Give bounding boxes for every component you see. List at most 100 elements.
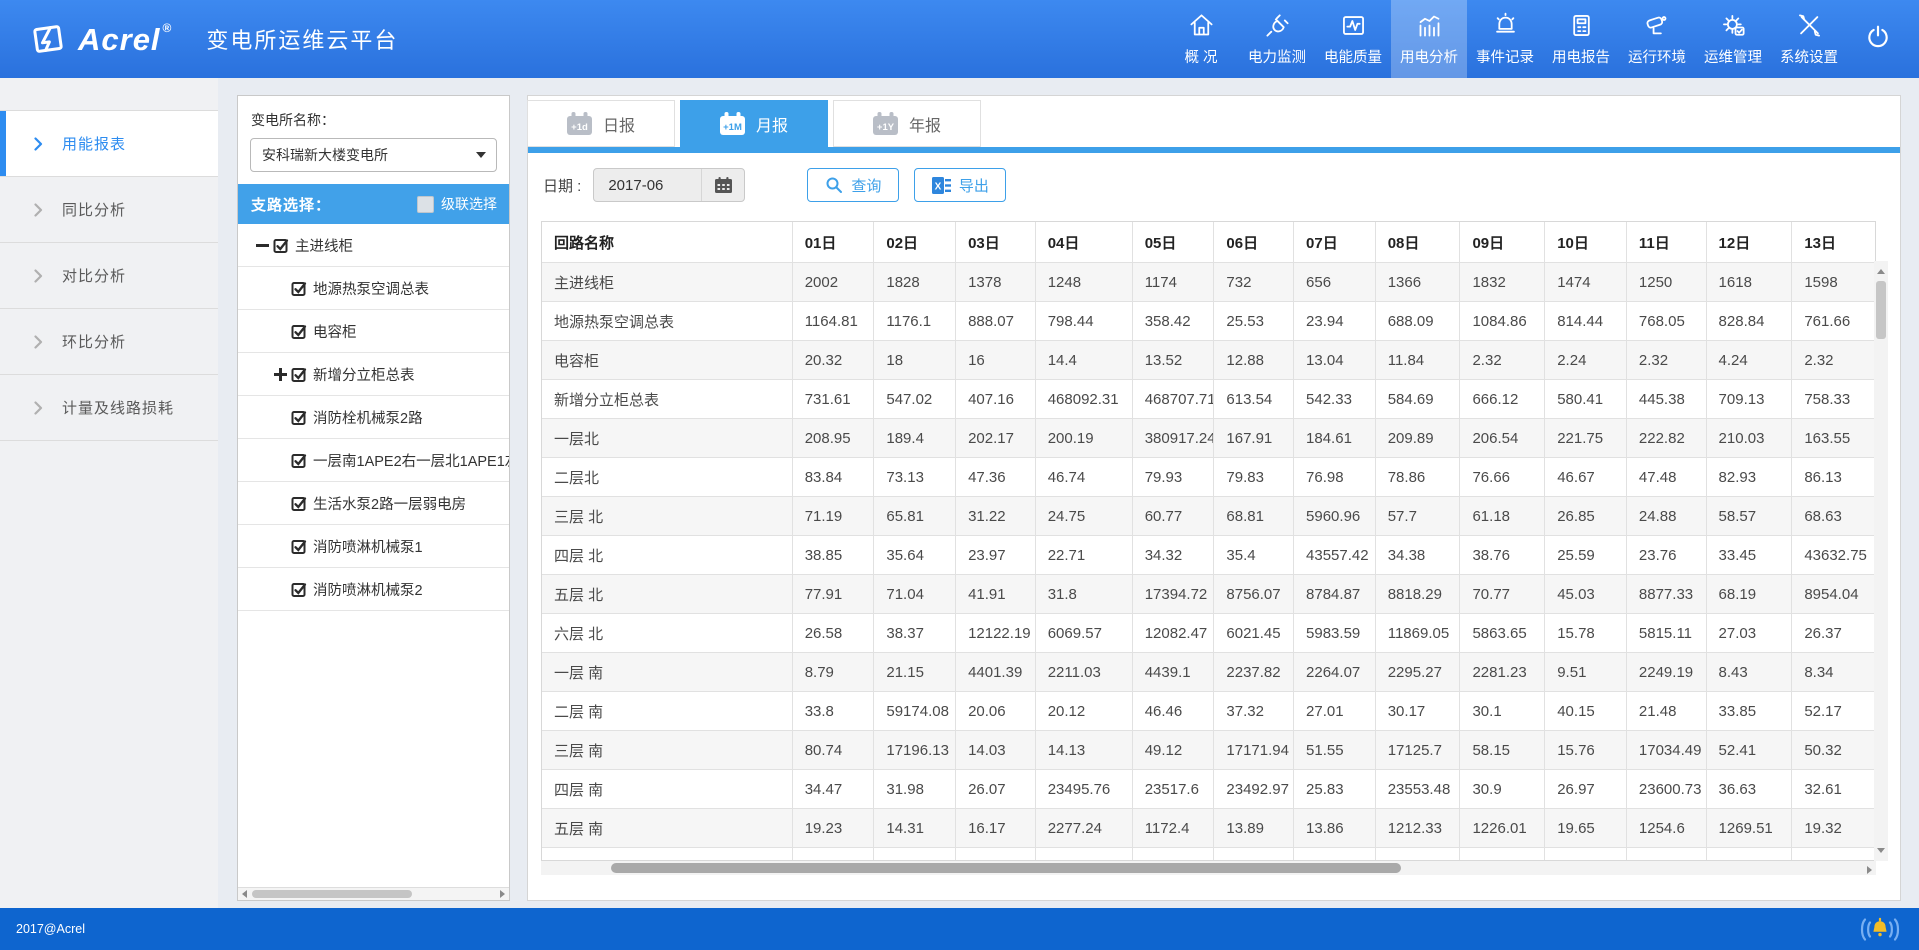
value-cell: 65.81 (874, 497, 956, 536)
checked-checkbox-icon[interactable] (291, 495, 308, 512)
checked-checkbox-icon[interactable] (291, 280, 308, 297)
value-cell: 26.58 (792, 614, 874, 653)
tree-node-4[interactable]: 消防栓机械泵2路 (238, 396, 509, 439)
tab-daily-report[interactable]: +1d 日报 (527, 100, 675, 147)
nav-item-7[interactable]: 运维管理 (1695, 0, 1771, 78)
tree-node-label: 新增分立柜总表 (313, 364, 415, 385)
value-cell: 2.32 (1460, 341, 1545, 380)
table-row-9: 六层 北26.5838.3712122.196069.5712082.47602… (542, 614, 1876, 653)
scroll-up-arrow[interactable] (1874, 263, 1888, 276)
circuit-name-cell: 二层北 (542, 458, 792, 497)
circuit-name-cell: 新增分立柜总表 (542, 380, 792, 419)
table-header-row: 回路名称01日02日03日04日05日06日07日08日09日10日11日12日… (542, 222, 1876, 263)
value-cell: 1172.4 (1132, 809, 1214, 848)
v-scrollbar-thumb[interactable] (1876, 281, 1886, 339)
value-cell: 210.03 (1706, 419, 1792, 458)
nav-item-1[interactable]: 电力监测 (1239, 0, 1315, 78)
svg-text:+1Y: +1Y (877, 122, 895, 133)
circuit-name-cell: 六层 南 (542, 848, 792, 862)
checked-checkbox-icon[interactable] (291, 452, 308, 469)
nav-item-4[interactable]: 事件记录 (1467, 0, 1543, 78)
table-horizontal-scrollbar[interactable] (541, 861, 1876, 875)
tree-node-8[interactable]: 消防喷淋机械泵2 (238, 568, 509, 611)
value-cell: 79.83 (1214, 458, 1294, 497)
h-scrollbar-thumb[interactable] (611, 863, 1401, 873)
value-cell: 11869.05 (1375, 614, 1460, 653)
nav-item-0[interactable]: 概 况 (1163, 0, 1239, 78)
value-cell: 8954.04 (1792, 575, 1876, 614)
scroll-down-arrow[interactable] (1874, 846, 1888, 859)
value-cell: 542.33 (1294, 380, 1376, 419)
nav-item-2[interactable]: 电能质量 (1315, 0, 1391, 78)
date-input[interactable]: 2017-06 (593, 168, 745, 202)
value-cell: 15.78 (1545, 614, 1627, 653)
calendar-icon[interactable] (701, 169, 744, 201)
value-cell: 15.76 (1545, 731, 1627, 770)
branch-select-bar: 支路选择： 级联选择 (238, 184, 509, 224)
nav-item-label: 电能质量 (1324, 46, 1382, 67)
value-cell: 5863.65 (1460, 614, 1545, 653)
value-cell: 1248 (1035, 263, 1132, 302)
svg-text:X: X (934, 181, 941, 192)
value-cell: 25.59 (1545, 536, 1627, 575)
value-cell: 1598 (1792, 263, 1876, 302)
expand-plus-icon[interactable] (274, 368, 291, 381)
export-button[interactable]: X 导出 (914, 168, 1006, 202)
notification-bell-button[interactable] (1857, 916, 1903, 948)
tree-node-5[interactable]: 一层南1APE2右一层北1APE1左 (238, 439, 509, 482)
top-nav: 概 况电力监测电能质量用电分析事件记录用电报告运行环境运维管理系统设置 (1163, 0, 1847, 78)
value-cell: 38.76 (1460, 536, 1545, 575)
table-row-14: 五层 南19.2314.3116.172277.241172.413.8913.… (542, 809, 1876, 848)
value-cell: 32.61 (1792, 770, 1876, 809)
checked-checkbox-icon[interactable] (273, 237, 290, 254)
checked-checkbox-icon[interactable] (291, 538, 308, 555)
scroll-right-arrow[interactable] (1863, 864, 1876, 876)
sidebar-item-4[interactable]: 计量及线路损耗 (0, 375, 218, 441)
value-cell: 23517.6 (1132, 770, 1214, 809)
nav-item-3[interactable]: 用电分析 (1391, 0, 1467, 78)
nav-item-5[interactable]: 用电报告 (1543, 0, 1619, 78)
caret-down-icon (476, 152, 486, 158)
sidebar-item-3[interactable]: 环比分析 (0, 309, 218, 375)
value-cell: 27.03 (1706, 614, 1792, 653)
value-cell: 50.32 (1792, 731, 1876, 770)
collapse-minus-icon[interactable] (256, 239, 273, 252)
value-cell: 58.57 (1706, 497, 1792, 536)
station-select[interactable]: 安科瑞新大楼变电所 (250, 138, 497, 172)
tree-node-0[interactable]: 主进线柜 (238, 224, 509, 267)
tree-node-label: 消防喷淋机械泵2 (313, 579, 423, 600)
cascade-checkbox[interactable] (417, 196, 434, 213)
nav-item-8[interactable]: 系统设置 (1771, 0, 1847, 78)
tree-node-label: 消防栓机械泵2路 (313, 407, 423, 428)
checked-checkbox-icon[interactable] (291, 409, 308, 426)
value-cell: 21.48 (1626, 692, 1706, 731)
tab-monthly-report[interactable]: +1M 月报 (680, 100, 828, 147)
query-button[interactable]: 查询 (807, 168, 899, 202)
tree-node-label: 地源热泵空调总表 (313, 278, 429, 299)
tab-yearly-report[interactable]: +1Y 年报 (833, 100, 981, 147)
value-cell: 17394.72 (1132, 575, 1214, 614)
tree-node-3[interactable]: 新增分立柜总表 (238, 353, 509, 396)
tree-node-6[interactable]: 生活水泵2路一层弱电房 (238, 482, 509, 525)
tree-node-1[interactable]: 地源热泵空调总表 (238, 267, 509, 310)
tree-horizontal-scrollbar[interactable] (238, 887, 509, 900)
value-cell: 1176.1 (874, 302, 956, 341)
nav-item-6[interactable]: 运行环境 (1619, 0, 1695, 78)
checked-checkbox-icon[interactable] (291, 366, 308, 383)
sidebar-item-1[interactable]: 同比分析 (0, 177, 218, 243)
value-cell: 77157.02 (1035, 848, 1132, 862)
tree-node-7[interactable]: 消防喷淋机械泵1 (238, 525, 509, 568)
sidebar-item-2[interactable]: 对比分析 (0, 243, 218, 309)
logout-power-button[interactable] (1847, 0, 1909, 78)
cascade-select: 级联选择 (417, 194, 497, 214)
tree-node-2[interactable]: 电容柜 (238, 310, 509, 353)
sidebar-item-0[interactable]: 用能报表 (0, 111, 218, 177)
checked-checkbox-icon[interactable] (291, 581, 308, 598)
table-vertical-scrollbar[interactable] (1874, 261, 1888, 861)
circuit-name-cell: 六层 北 (542, 614, 792, 653)
tree-scrollbar-thumb[interactable] (252, 890, 412, 898)
value-cell: 16 (956, 341, 1036, 380)
checked-checkbox-icon[interactable] (291, 323, 308, 340)
scroll-left-arrow[interactable] (238, 888, 251, 900)
scroll-right-arrow[interactable] (496, 888, 509, 900)
